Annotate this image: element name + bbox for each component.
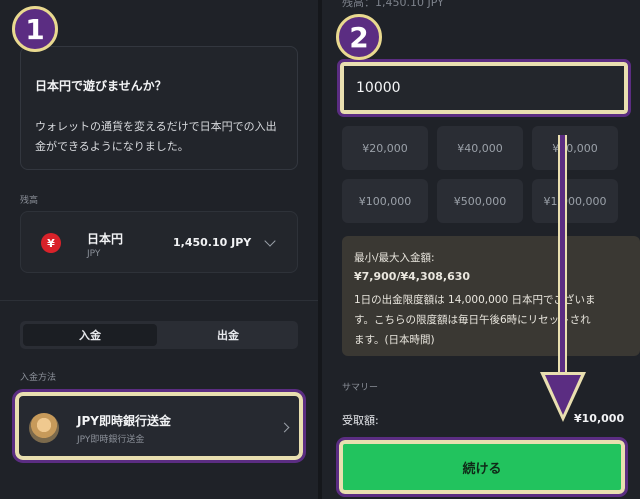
method-label: 入金方法 bbox=[20, 373, 57, 383]
method-avatar bbox=[29, 413, 59, 443]
step-2-badge: 2 bbox=[336, 14, 382, 60]
promo-title: 日本円で遊びませんか？ bbox=[35, 79, 167, 93]
balance-text-cut: 残高：1,450.10 JPY bbox=[342, 0, 444, 9]
amount-input[interactable] bbox=[337, 59, 631, 117]
divider bbox=[0, 300, 318, 301]
balance-label: 残高 bbox=[20, 196, 39, 206]
payment-method-jpy-bank[interactable]: JPY即時銀行送金 JPY即時銀行送金 bbox=[12, 389, 306, 463]
deposit-withdraw-tabs: 入金 出金 bbox=[20, 321, 298, 349]
quick-amount-20000[interactable]: ¥20,000 bbox=[342, 126, 428, 170]
method-subtitle: JPY即時銀行送金 bbox=[77, 435, 145, 445]
quick-amount-500000[interactable]: ¥500,000 bbox=[437, 179, 523, 223]
tab-withdraw[interactable]: 出金 bbox=[161, 324, 295, 346]
promo-body: ウォレットの通貨を変えるだけで日本円での入出金ができるようになりました。 bbox=[35, 120, 277, 153]
deposit-limits-info: 最小/最大入金額: ¥7,900/¥4,308,630 1日の出金限度額は 14… bbox=[342, 236, 640, 356]
chevron-down-icon bbox=[264, 235, 276, 247]
chevron-right-icon bbox=[279, 422, 290, 433]
currency-code: JPY bbox=[87, 249, 101, 259]
method-title: JPY即時銀行送金 bbox=[77, 414, 171, 428]
arrow-annotation-head-inner bbox=[545, 375, 581, 415]
receive-label: 受取額: bbox=[342, 414, 379, 427]
promo-card: 日本円で遊びませんか？ ウォレットの通貨を変えるだけで日本円での入出金ができるよ… bbox=[20, 46, 298, 170]
info-line-2: す。こちらの限度額は毎日午後6時にリセットされ bbox=[354, 314, 591, 326]
summary-label: サマリー bbox=[342, 383, 379, 393]
quick-amount-100000[interactable]: ¥100,000 bbox=[342, 179, 428, 223]
balance-amount: 1,450.10 JPY bbox=[173, 236, 252, 249]
quick-amount-40000[interactable]: ¥40,000 bbox=[437, 126, 523, 170]
quick-amount-80000[interactable]: ¥80,000 bbox=[532, 126, 618, 170]
currency-name: 日本円 bbox=[87, 232, 124, 246]
info-range: ¥7,900/¥4,308,630 bbox=[354, 270, 471, 283]
info-line-3: ます。(日本時間) bbox=[354, 334, 435, 346]
right-panel: 残高：1,450.10 JPY 2 ¥20,000 ¥40,000 ¥80,00… bbox=[322, 0, 640, 499]
continue-button[interactable]: 続ける bbox=[336, 437, 628, 497]
info-title: 最小/最大入金額: bbox=[354, 252, 435, 264]
left-panel: 1 日本円で遊びませんか？ ウォレットの通貨を変えるだけで日本円での入出金ができ… bbox=[0, 0, 318, 499]
yen-icon: ¥ bbox=[41, 233, 61, 253]
currency-selector[interactable]: ¥ 日本円 JPY 1,450.10 JPY bbox=[20, 211, 298, 273]
step-1-badge: 1 bbox=[12, 6, 58, 52]
quick-amount-1000000[interactable]: ¥1,000,000 bbox=[532, 179, 618, 223]
arrow-annotation-shaft bbox=[558, 135, 567, 380]
tab-deposit[interactable]: 入金 bbox=[23, 324, 157, 346]
